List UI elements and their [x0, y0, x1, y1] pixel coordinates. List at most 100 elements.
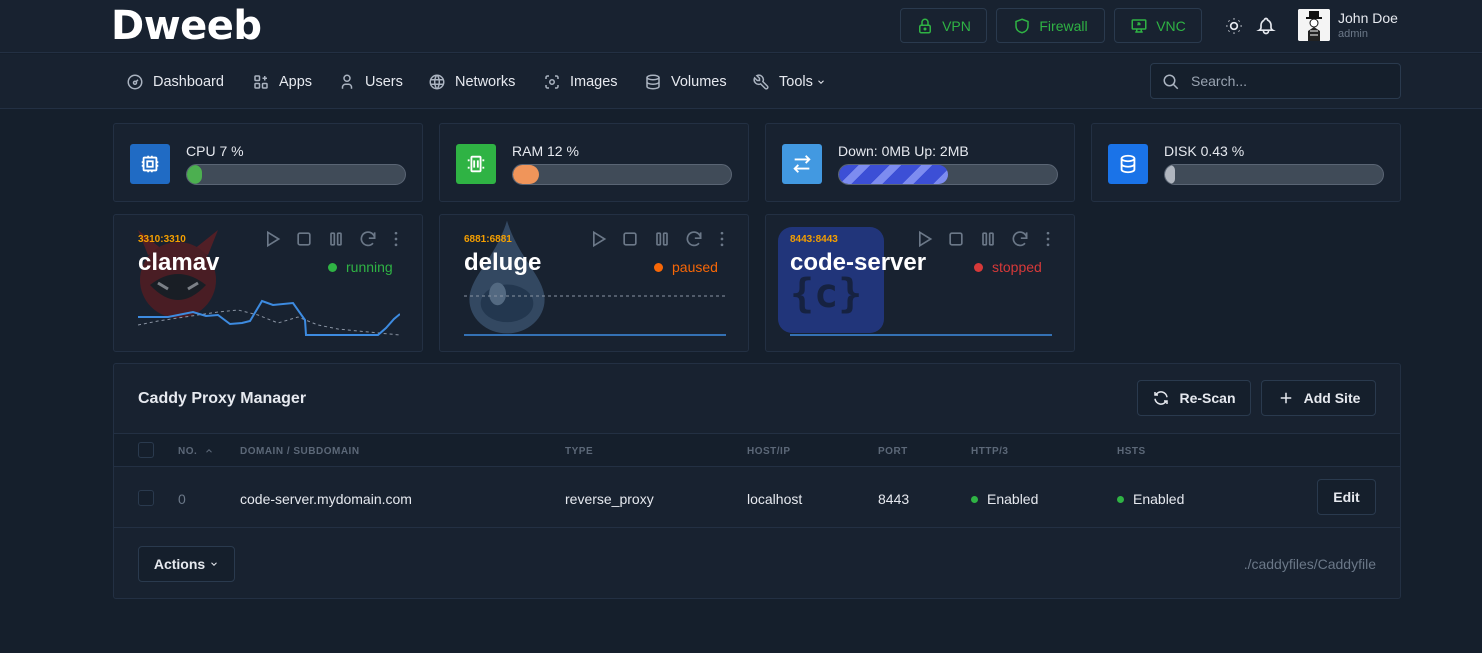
- clamav-usage-sparkline: [138, 299, 400, 336]
- caddy-proxy-panel: Caddy Proxy Manager Re-Scan Add Site NO.…: [113, 363, 1401, 599]
- nav-item-users[interactable]: Users: [338, 73, 403, 91]
- app-card-clamav[interactable]: 3310:3310 clamav running: [113, 214, 423, 352]
- column-header-http3[interactable]: HTTP/3: [971, 446, 1008, 457]
- nav-item-dashboard[interactable]: Dashboard: [126, 73, 224, 91]
- app-controls: [588, 229, 732, 249]
- column-header-host[interactable]: HOST/IP: [747, 446, 791, 457]
- deluge-usage-sparkline: [464, 295, 726, 336]
- row-port: 8443: [878, 491, 910, 507]
- table-row: 0 code-server.mydomain.com reverse_proxy…: [114, 467, 1400, 528]
- nav-item-networks[interactable]: Networks: [428, 73, 515, 91]
- play-icon[interactable]: [914, 229, 934, 249]
- notifications-bell-icon[interactable]: [1256, 16, 1276, 36]
- lock-icon: [916, 17, 934, 35]
- app-name: code-server: [790, 249, 927, 276]
- row-checkbox[interactable]: [138, 490, 154, 506]
- app-status: running: [328, 259, 393, 275]
- column-header-domain[interactable]: DOMAIN / SUBDOMAIN: [240, 446, 360, 457]
- search-input[interactable]: [1191, 64, 1391, 98]
- tool-icon: [752, 73, 770, 91]
- more-vertical-icon[interactable]: [1038, 229, 1058, 249]
- add-site-button-label: Add Site: [1303, 390, 1361, 406]
- actions-dropdown-button[interactable]: Actions: [138, 546, 235, 582]
- transfer-arrows-icon: [782, 144, 822, 184]
- apps-icon: [252, 73, 270, 91]
- pause-icon[interactable]: [978, 229, 998, 249]
- vnc-button[interactable]: VNC: [1114, 8, 1202, 43]
- user-avatar[interactable]: [1298, 9, 1330, 41]
- app-name: deluge: [464, 249, 542, 276]
- table-header: NO. DOMAIN / SUBDOMAIN TYPE HOST/IP PORT…: [114, 433, 1400, 467]
- ram-progress-bar: [512, 164, 732, 185]
- rescan-button[interactable]: Re-Scan: [1137, 380, 1251, 416]
- play-icon[interactable]: [262, 229, 282, 249]
- column-header-type[interactable]: TYPE: [565, 446, 593, 457]
- edit-button[interactable]: Edit: [1317, 479, 1376, 515]
- pause-icon[interactable]: [652, 229, 672, 249]
- network-stat-card: Down: 0MB Up: 2MB: [765, 123, 1075, 202]
- stop-icon[interactable]: [294, 229, 314, 249]
- more-vertical-icon[interactable]: [386, 229, 406, 249]
- database-icon: [1108, 144, 1148, 184]
- column-header-no[interactable]: NO.: [178, 446, 214, 457]
- firewall-button[interactable]: Firewall: [996, 8, 1105, 43]
- row-domain: code-server.mydomain.com: [240, 491, 412, 507]
- user-name[interactable]: John Doe: [1338, 10, 1398, 26]
- app-port: 8443:8443: [790, 234, 838, 245]
- nav-item-label: Users: [365, 74, 403, 90]
- firewall-button-label: Firewall: [1039, 17, 1088, 34]
- restart-icon[interactable]: [358, 229, 378, 249]
- pause-icon[interactable]: [326, 229, 346, 249]
- status-dot: [1117, 495, 1124, 503]
- main-navbar: Dashboard Apps Users Networks Images Vol…: [0, 54, 1482, 109]
- column-header-port[interactable]: PORT: [878, 446, 908, 457]
- disk-progress-bar: [1164, 164, 1384, 185]
- user-icon: [338, 73, 356, 91]
- panel-title: Caddy Proxy Manager: [138, 390, 307, 407]
- nav-item-volumes[interactable]: Volumes: [644, 73, 727, 91]
- app-logo[interactable]: Dweeb: [111, 3, 262, 49]
- app-controls: [262, 229, 406, 249]
- add-site-button[interactable]: Add Site: [1261, 380, 1376, 416]
- cpu-icon: [130, 144, 170, 184]
- nav-item-tools[interactable]: Tools: [752, 73, 826, 91]
- app-card-code-server[interactable]: {c} 8443:8443 code-server stopped: [765, 214, 1075, 352]
- app-card-deluge[interactable]: 6881:6881 deluge paused: [439, 214, 749, 352]
- restart-icon[interactable]: [1010, 229, 1030, 249]
- chevron-down-icon: [209, 559, 219, 569]
- user-role: admin: [1338, 28, 1368, 40]
- sort-asc-icon: [204, 446, 214, 456]
- vnc-button-label: VNC: [1156, 17, 1186, 34]
- status-dot: [971, 495, 978, 503]
- row-hsts: Enabled: [1117, 491, 1184, 507]
- more-vertical-icon[interactable]: [712, 229, 732, 249]
- restart-icon[interactable]: [684, 229, 704, 249]
- shield-icon: [1013, 17, 1031, 35]
- nav-item-label: Images: [570, 74, 618, 90]
- nav-item-apps[interactable]: Apps: [252, 73, 312, 91]
- theme-toggle-sun-icon[interactable]: [1224, 16, 1244, 36]
- globe-icon: [428, 73, 446, 91]
- play-icon[interactable]: [588, 229, 608, 249]
- memory-icon: [456, 144, 496, 184]
- app-port: 3310:3310: [138, 234, 186, 245]
- status-text: paused: [672, 259, 718, 275]
- network-progress-bar: [838, 164, 1058, 185]
- select-all-checkbox[interactable]: [138, 442, 154, 458]
- column-header-hsts[interactable]: HSTS: [1117, 446, 1146, 457]
- disk-stat-label: DISK 0.43 %: [1164, 143, 1245, 159]
- stop-icon[interactable]: [620, 229, 640, 249]
- search-box[interactable]: [1150, 63, 1401, 99]
- stop-icon[interactable]: [946, 229, 966, 249]
- nav-item-label: Networks: [455, 74, 516, 90]
- nav-item-images[interactable]: Images: [543, 73, 618, 91]
- refresh-icon: [1152, 389, 1170, 407]
- row-type: reverse_proxy: [565, 491, 654, 507]
- top-header: Dweeb VPN Firewall VNC John Doe admin: [0, 0, 1482, 53]
- ram-progress-fill: [513, 165, 540, 184]
- ram-stat-label: RAM 12 %: [512, 143, 579, 159]
- status-text: running: [346, 259, 393, 275]
- vpn-button[interactable]: VPN: [900, 8, 987, 43]
- vpn-button-label: VPN: [942, 17, 971, 34]
- nav-item-label: Dashboard: [153, 74, 224, 90]
